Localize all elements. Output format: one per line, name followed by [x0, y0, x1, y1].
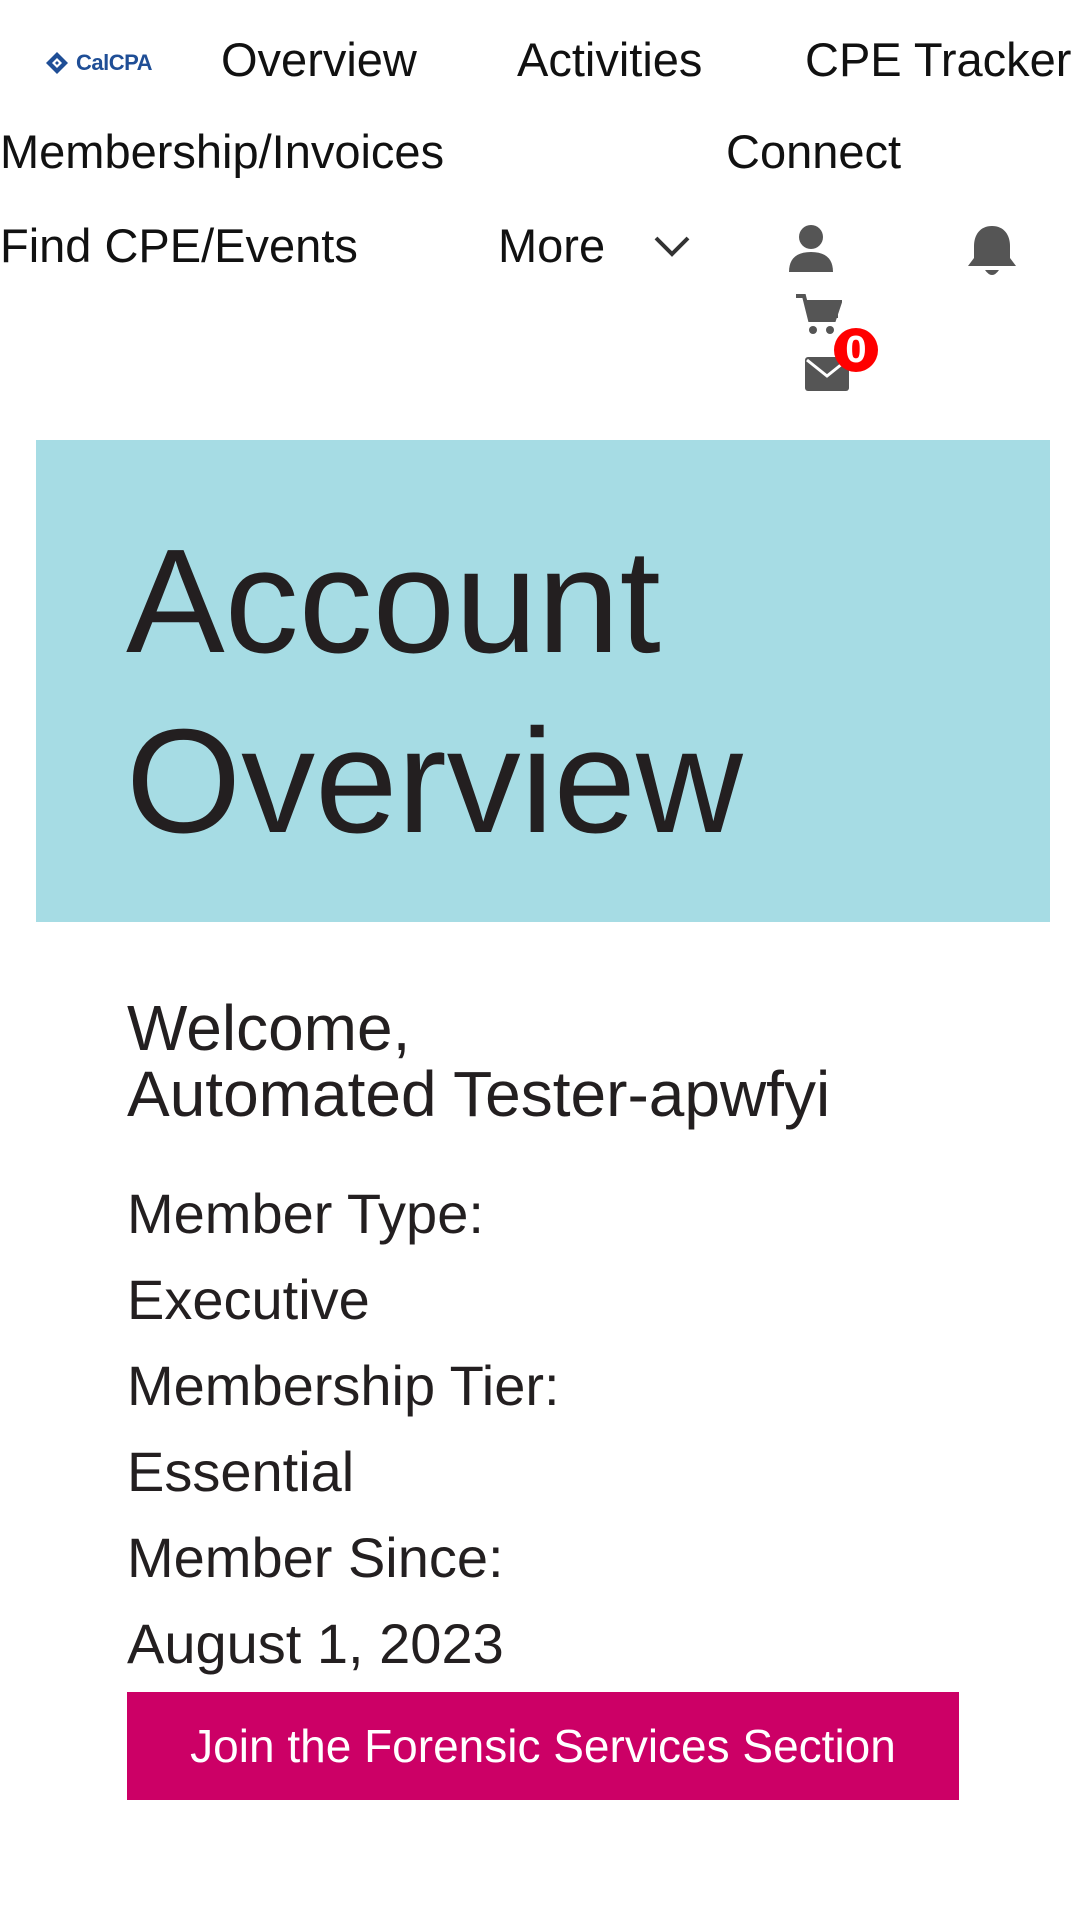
- nav-activities[interactable]: Activities: [517, 36, 702, 83]
- member-type-label: Member Type:: [127, 1182, 484, 1245]
- cart-icon[interactable]: [794, 292, 842, 336]
- nav-membership-invoices[interactable]: Membership/Invoices: [0, 128, 444, 175]
- welcome-greeting: Welcome,: [127, 992, 411, 1064]
- notification-count-badge: 0: [834, 328, 878, 372]
- nav-more[interactable]: More: [498, 222, 605, 269]
- nav-cpe-tracker[interactable]: CPE Tracker: [805, 36, 1071, 83]
- nav-overview[interactable]: Overview: [221, 36, 417, 83]
- logo-mark-icon: [46, 52, 68, 74]
- calcpa-logo[interactable]: CalCPA: [44, 50, 153, 76]
- welcome-heading: Welcome, Automated Tester-apwfyi: [127, 995, 1027, 1127]
- bell-icon[interactable]: [964, 222, 1020, 280]
- nav-connect[interactable]: Connect: [726, 128, 901, 175]
- membership-tier-label: Membership Tier:: [127, 1354, 560, 1417]
- membership-tier-value: Essential: [127, 1440, 355, 1503]
- page-title: Account Overview: [126, 519, 743, 864]
- page: CalCPA Overview Activities CPE Tracker M…: [0, 0, 1080, 1920]
- member-since-label: Member Since:: [127, 1526, 504, 1589]
- logo-text: CalCPA: [76, 50, 153, 75]
- member-since-value: August 1, 2023: [127, 1612, 504, 1675]
- hero-banner: Account Overview: [36, 440, 1050, 922]
- welcome-user-name: Automated Tester-apwfyi: [127, 1058, 831, 1130]
- user-icon[interactable]: [786, 224, 836, 272]
- chevron-down-icon[interactable]: [652, 232, 692, 260]
- join-forensic-services-button[interactable]: Join the Forensic Services Section: [127, 1692, 959, 1800]
- member-type-value: Executive: [127, 1268, 370, 1331]
- nav-find-cpe-events[interactable]: Find CPE/Events: [0, 222, 358, 269]
